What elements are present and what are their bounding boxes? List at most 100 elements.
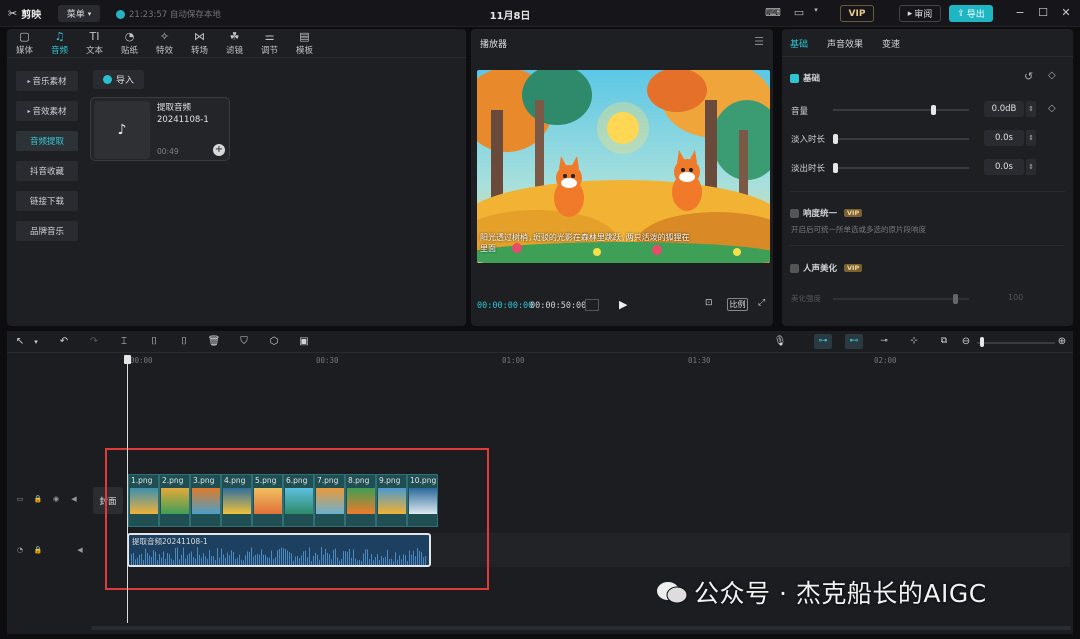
speaker-icon[interactable]: ◀ [75,546,85,556]
preview-axis-icon[interactable]: ⊹ [905,334,923,349]
trim-right-icon[interactable]: ⌷ [177,335,191,349]
volume-value[interactable]: 0.0dB [984,101,1024,117]
volume-slider[interactable] [833,109,969,111]
tab-effects[interactable]: ✧ 特效 [147,29,182,58]
import-button[interactable]: 导入 [93,70,144,89]
microphone-icon[interactable]: 🎙 [773,335,787,349]
menu-button[interactable]: 菜单 ▾ [58,5,100,22]
zoom-in-icon[interactable]: ⊕ [1055,335,1069,349]
close-icon[interactable]: ✕ [1059,6,1073,20]
marker-icon[interactable]: ⛉ [237,335,251,349]
chevron-down-icon[interactable]: ▾ [29,335,43,349]
filter-icon: ☘ [229,30,240,43]
basic-checkbox[interactable] [790,73,799,83]
voice-strength-label: 美化强度 [791,294,821,303]
ratio-button[interactable]: 比例 [727,298,748,311]
select-pointer-icon[interactable]: ↖ [13,335,27,349]
preview-canvas[interactable]: 阳光透过树梢,斑驳的光影在森林里跳跃,两只活泼的狐狸在 里面 [477,70,770,263]
tab-sound-effects[interactable]: 声音效果 [827,37,863,50]
tab-media[interactable]: ▢ 媒体 [7,29,42,58]
shield-icon[interactable]: ⬡ [267,335,281,349]
split-icon[interactable]: ⌶ [117,335,131,349]
watermark-text: 公众号 · 杰克船长的AIGC [694,579,987,608]
review-button[interactable]: ▸ 审阅 [899,5,941,22]
fade-in-stepper-icon[interactable]: ⇕ [1026,130,1036,146]
delete-icon[interactable]: 🗑 [207,335,221,349]
voice-strength-knob[interactable] [953,294,958,304]
voice-enhance-checkbox[interactable] [790,263,799,273]
tab-adjust[interactable]: ⚌ 调节 [252,29,287,58]
add-to-track-icon[interactable]: + [213,144,225,156]
fade-out-slider-knob[interactable] [833,163,838,173]
tab-label: 调节 [260,46,278,56]
undo-icon[interactable]: ↶ [57,335,71,349]
auto-snap-icon[interactable]: ⊷ [845,334,863,349]
volume-stepper-icon[interactable]: ⇕ [1026,101,1036,117]
voice-strength-slider[interactable] [833,298,969,300]
maximize-icon[interactable]: ☐ [1036,6,1050,20]
fade-out-value[interactable]: 0.0s [984,159,1024,175]
tab-text[interactable]: TI 文本 [77,29,112,58]
tab-speed[interactable]: 变速 [882,37,900,50]
tab-sticker[interactable]: ◔ 贴纸 [112,29,147,58]
side-brand-music[interactable]: 品牌音乐 [16,221,78,241]
main-track-magnet-icon[interactable]: ⊶ [814,334,832,349]
fade-in-slider[interactable] [833,138,969,140]
reset-icon[interactable]: ↺ [1024,70,1033,83]
text-icon: TI [89,30,100,43]
tab-transition[interactable]: ⋈ 转场 [182,29,217,58]
tab-basic[interactable]: 基础 [790,37,808,50]
fade-in-slider-knob[interactable] [833,134,838,144]
timeline-grid-icon[interactable] [585,299,599,311]
side-audio-extract[interactable]: 音频提取 [16,131,78,151]
fade-in-label: 淡入时长 [791,135,826,145]
fullscreen-timeline-icon[interactable]: ⧉ [935,334,953,349]
chevron-down-icon[interactable]: ▾ [808,6,824,20]
screenshot-icon[interactable]: ▣ [297,335,311,349]
lock-icon[interactable]: 🔒 [33,495,43,505]
lock-icon[interactable]: 🔒 [33,546,43,556]
fit-screen-icon[interactable]: ⊡ [705,298,713,308]
layout-icon[interactable]: ▭ [791,6,807,20]
link-icon[interactable]: ⊸ [875,334,893,349]
loudness-checkbox[interactable] [790,208,799,218]
side-sound-effects[interactable]: ▸ 音效素材 [16,101,78,121]
tab-filter[interactable]: ☘ 滤镜 [217,29,252,58]
eye-icon[interactable]: ◉ [51,495,61,505]
keyframe-diamond-icon[interactable]: ◇ [1048,103,1056,114]
keyframe-diamond-icon[interactable]: ◇ [1048,70,1056,81]
zoom-slider-knob[interactable] [980,337,984,347]
playhead-line[interactable] [127,355,128,623]
tab-template[interactable]: ▤ 模板 [287,29,322,58]
redo-icon[interactable]: ↷ [87,335,101,349]
hamburger-menu-icon[interactable]: ☰ [754,35,764,48]
audio-asset-card[interactable]: ♪ 提取音频20241108-1 00:49 + [90,97,230,161]
side-link-download[interactable]: 链接下载 [16,191,78,211]
trim-left-icon[interactable]: ⌷ [147,335,161,349]
voice-strength-value: 100 [1008,293,1024,302]
fade-out-slider[interactable] [833,167,969,169]
zoom-slider[interactable] [977,342,1055,344]
tab-audio[interactable]: ♫ 音频 [42,29,77,58]
voice-enhance-header: 人声美化 VIP [790,262,863,274]
app-name: 剪映 [21,10,42,21]
play-icon[interactable]: ▶ [619,298,631,312]
zoom-out-icon[interactable]: ⊖ [959,335,973,349]
export-button[interactable]: ⇪ 导出 [949,5,993,22]
time-ruler[interactable]: 00:00 00:30 01:00 01:30 02:00 [127,353,1073,367]
side-music-library[interactable]: ▸ 音乐素材 [16,71,78,91]
audio-icon: ♫ [54,30,65,43]
speaker-icon[interactable]: ◀ [69,495,79,505]
keyboard-icon[interactable]: ⌨ [765,6,781,20]
adjust-icon: ⚌ [264,30,275,43]
volume-slider-knob[interactable] [931,105,936,115]
sparkle-icon: ✧ [159,30,170,43]
minimize-icon[interactable]: − [1013,6,1027,20]
fade-in-value[interactable]: 0.0s [984,130,1024,146]
fade-out-stepper-icon[interactable]: ⇕ [1026,159,1036,175]
fullscreen-icon[interactable]: ⤢ [758,298,765,308]
vip-button[interactable]: VIP [840,5,874,22]
horizontal-scrollbar[interactable] [91,626,1071,630]
playhead-handle[interactable] [124,355,131,364]
side-douyin-favorites[interactable]: 抖音收藏 [16,161,78,181]
